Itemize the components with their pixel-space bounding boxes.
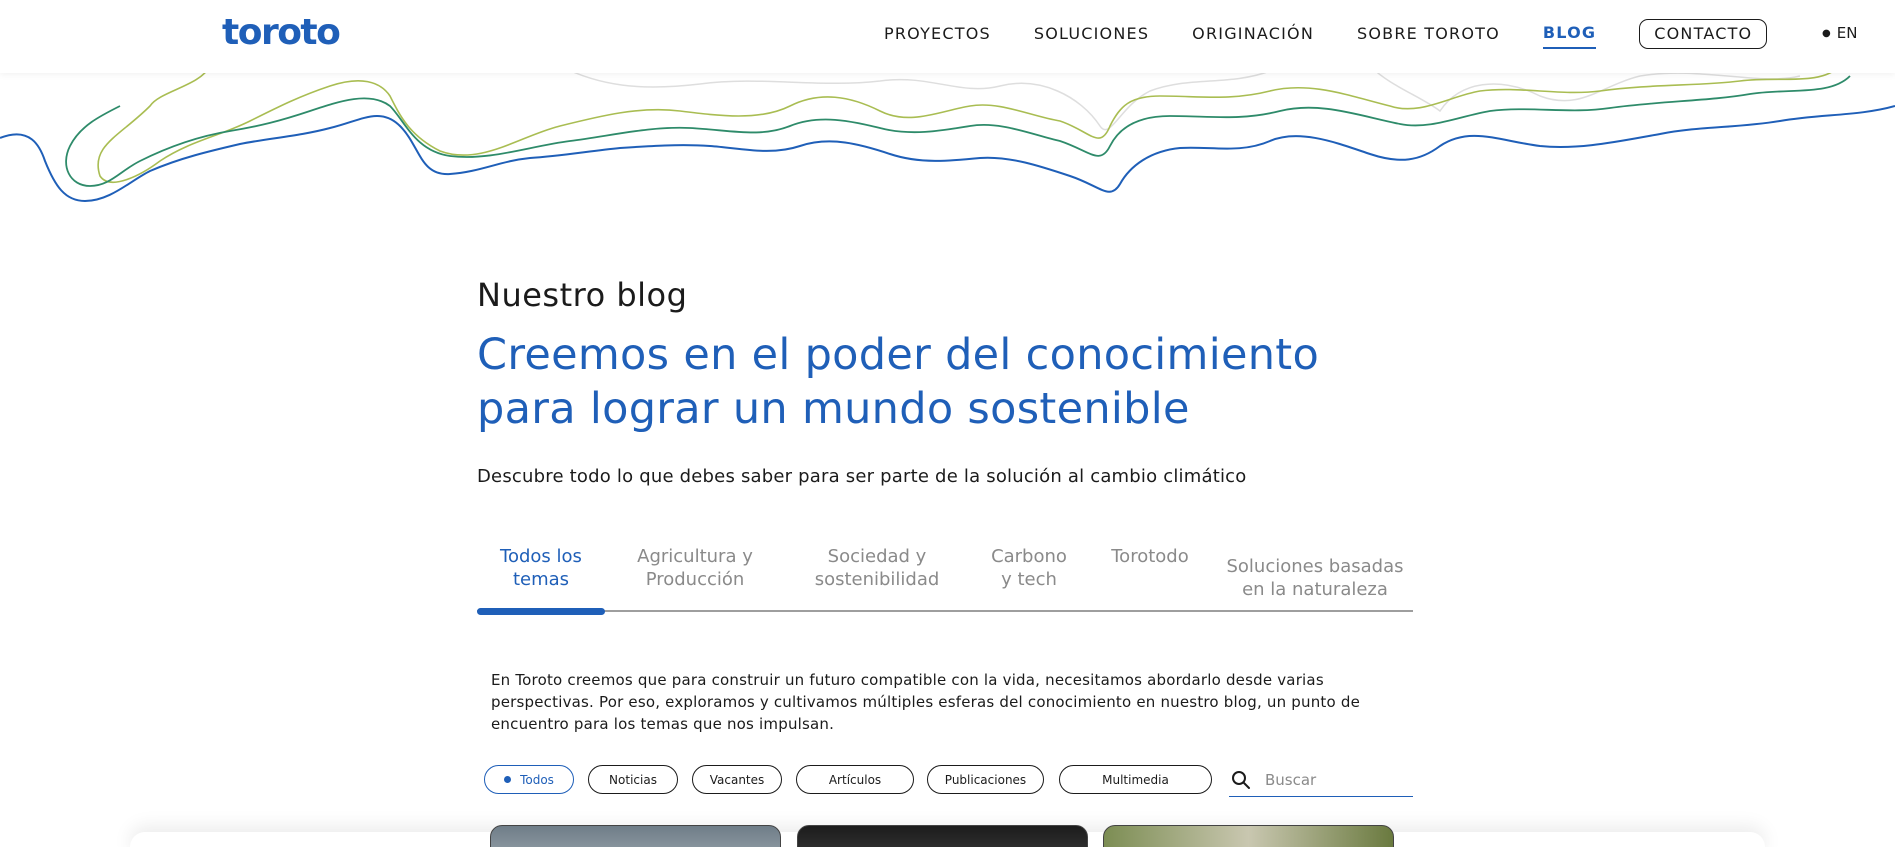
tab-todos-los-temas[interactable]: Todos los temas [477, 545, 605, 591]
search-bar [1229, 763, 1413, 797]
blue-contour-line [0, 105, 1895, 203]
tab-sociedad[interactable]: Sociedad y sostenibilidad [797, 545, 957, 591]
speech-bubble-icon: ● [1822, 27, 1831, 39]
filter-vacantes[interactable]: Vacantes [692, 765, 782, 794]
nav-originacion[interactable]: ORIGINACIÓN [1192, 24, 1314, 48]
tab-label-line1: Agricultura y [637, 546, 753, 567]
contact-button[interactable]: CONTACTO [1639, 19, 1768, 49]
filter-multimedia[interactable]: Multimedia [1059, 765, 1212, 794]
nav-soluciones[interactable]: SOLUCIONES [1034, 24, 1149, 48]
filter-label: Todos [520, 772, 554, 787]
toroto-logo[interactable]: toroto [222, 12, 341, 53]
language-switch[interactable]: ● EN [1822, 24, 1857, 42]
tab-agricultura[interactable]: Agricultura y Producción [625, 545, 765, 591]
blog-card-image[interactable] [797, 825, 1088, 847]
filter-label: Publicaciones [944, 772, 1027, 787]
blog-eyebrow: Nuestro blog [477, 276, 688, 314]
blog-intro-text: En Toroto creemos que para construir un … [491, 671, 1360, 733]
tabs-divider [477, 610, 1413, 612]
tab-label-line1: Sociedad y [827, 546, 927, 567]
tab-label-line2: temas [512, 569, 570, 590]
filter-label: Vacantes [709, 772, 765, 787]
lime-contour-line [97, 66, 1841, 183]
search-input[interactable] [1265, 770, 1405, 789]
tab-label-line1: Soluciones basadas [1226, 556, 1404, 577]
nav-blog[interactable]: BLOG [1542, 23, 1597, 49]
search-icon[interactable] [1231, 770, 1251, 790]
filter-noticias[interactable]: Noticias [588, 765, 678, 794]
nav-sobre-toroto[interactable]: SOBRE TOROTO [1357, 24, 1500, 48]
page-title: Creemos en el poder del conocimiento par… [477, 330, 1320, 434]
tab-label-line2: Producción [645, 569, 745, 590]
filter-articulos[interactable]: Artículos [796, 765, 914, 794]
topographic-lines-illustration [0, 66, 1895, 203]
tab-label-line1: Todos los [500, 546, 582, 567]
active-tab-indicator [477, 608, 605, 615]
tab-label-line1: Torotodo [1111, 546, 1189, 567]
site-header: toroto PROYECTOS SOLUCIONES ORIGINACIÓN … [0, 0, 1895, 73]
tab-label-line2: y tech [1001, 569, 1057, 590]
filter-label: Artículos [828, 772, 882, 787]
main-nav: PROYECTOS SOLUCIONES ORIGINACIÓN SOBRE T… [884, 19, 1768, 49]
tab-soluciones-naturaleza[interactable]: Soluciones basadas en la naturaleza [1217, 555, 1413, 601]
tab-label-line1: Carbono [991, 546, 1067, 567]
filter-label: Noticias [609, 772, 657, 787]
language-label: EN [1836, 24, 1858, 42]
nav-proyectos[interactable]: PROYECTOS [884, 24, 991, 48]
blog-card-image[interactable] [490, 825, 781, 847]
filter-label: Multimedia [1102, 772, 1169, 787]
active-dot-icon [504, 776, 512, 783]
blog-card-image[interactable] [1103, 825, 1394, 847]
tab-label-line2: en la naturaleza [1242, 579, 1388, 600]
gray-contour-line [559, 66, 1801, 131]
filter-publicaciones[interactable]: Publicaciones [927, 765, 1044, 794]
topic-tabs: Todos los temas Agricultura y Producción… [477, 545, 1413, 615]
tab-torotodo[interactable]: Torotodo [1100, 545, 1200, 568]
filter-todos[interactable]: Todos [484, 765, 574, 794]
tab-label-line2: sostenibilidad [814, 569, 940, 590]
page-subtitle: Descubre todo lo que debes saber para se… [477, 466, 1247, 487]
tab-carbono[interactable]: Carbono y tech [984, 545, 1074, 591]
